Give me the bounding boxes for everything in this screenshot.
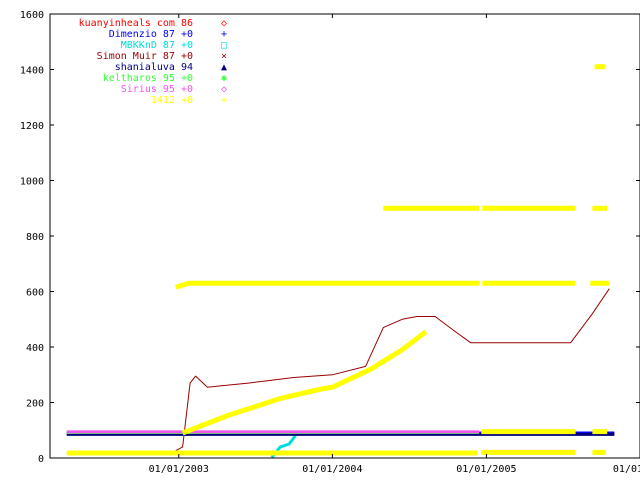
legend-marker: ▲ [221,62,227,73]
legend-marker: × [221,51,227,62]
legend-label: keltharos 95 +0 [103,73,193,84]
x-tick-label: 01/01/200 [613,464,640,475]
legend-label: kuanyinheals com 86 [79,18,193,29]
legend-label: Simon Muir 87 +0 [97,51,193,62]
legend-marker: □ [221,40,227,51]
legend-marker: ◇ [221,84,227,95]
y-tick-label: 200 [26,399,44,410]
y-tick-label: 800 [26,232,44,243]
x-tick-label: 01/01/2005 [456,464,516,475]
legend-label: 1412 +0 [151,95,193,106]
y-tick-label: 0 [38,454,44,465]
legend-label: Sirius 95 +0 [121,84,193,95]
y-tick-label: 1600 [20,10,44,21]
y-tick-label: 1000 [20,177,44,188]
legend-marker: + [221,29,227,40]
y-tick-label: 1200 [20,121,44,132]
x-tick-label: 01/01/2003 [149,464,209,475]
legend-marker: ◇ [221,18,227,29]
y-tick-label: 600 [26,288,44,299]
y-tick-label: 400 [26,343,44,354]
chart-background [0,0,640,480]
legend-label: shanialuva 94 [115,62,193,73]
line-chart: 0 200 400 600 800 1000 1200 1400 1600 01/01/2003 0… [0,0,640,480]
x-tick-label: 01/01/2004 [302,464,362,475]
legend-label: MBKKnD 87 +0 [121,40,193,51]
y-tick-label: 1400 [20,66,44,77]
legend-label: Dimenzio 87 +0 [109,29,193,40]
legend-marker: + [221,95,227,106]
legend-marker: ✱ [221,73,227,84]
